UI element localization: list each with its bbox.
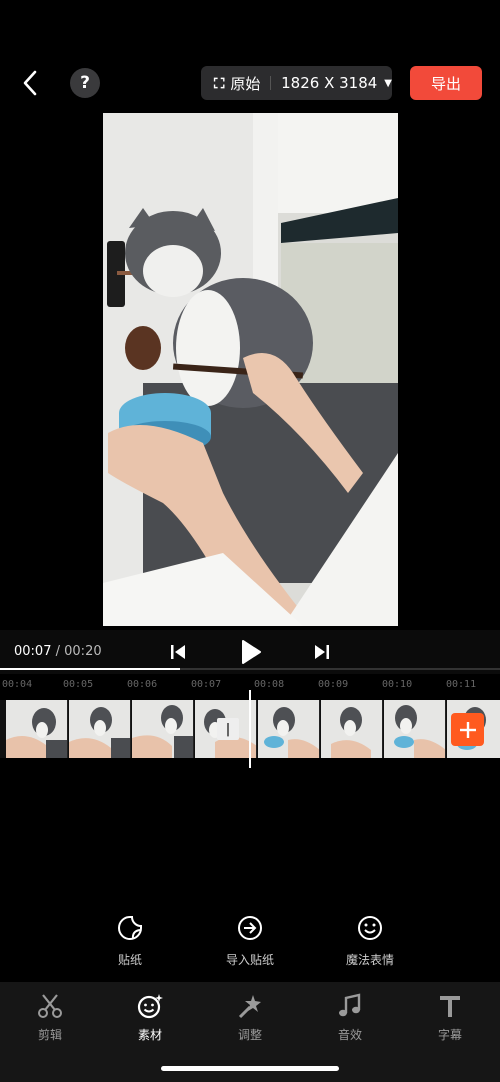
sticker-tool[interactable]: 贴纸 xyxy=(80,914,180,968)
frame-image xyxy=(6,700,67,758)
progress-fill xyxy=(0,668,180,670)
top-bar: ? 原始 1826 X 3184 ▼ 导出 xyxy=(0,60,500,106)
tab-material[interactable]: 素材 xyxy=(100,992,200,1043)
frame-image xyxy=(132,700,193,758)
help-button[interactable]: ? xyxy=(70,68,100,98)
clip-thumbnail xyxy=(321,700,383,758)
magic-emoji-icon xyxy=(358,916,382,940)
frame-image xyxy=(384,700,445,758)
magic-emoji-tool[interactable]: 魔法表情 xyxy=(320,914,420,968)
ruler-tick: 00:08 xyxy=(254,679,285,690)
clip-thumbnail xyxy=(132,700,194,758)
tab-label: 音效 xyxy=(337,1028,362,1042)
import-sticker-tool[interactable]: 导入贴纸 xyxy=(200,914,300,968)
play-button[interactable] xyxy=(238,638,264,666)
jump-to-start-button[interactable] xyxy=(166,640,190,664)
aspect-ratio-selector[interactable]: 原始 1826 X 3184 ▼ xyxy=(201,66,392,100)
import-sticker-label: 导入贴纸 xyxy=(225,953,274,967)
jump-to-end-button[interactable] xyxy=(310,640,334,664)
play-icon xyxy=(242,640,261,664)
tab-label: 字幕 xyxy=(437,1028,462,1042)
back-button[interactable] xyxy=(14,66,46,100)
import-sticker-icon xyxy=(238,916,262,940)
skip-back-icon xyxy=(171,645,185,659)
ruler-tick: 00:11 xyxy=(446,679,477,690)
time-separator: / xyxy=(55,644,60,659)
tab-label: 调整 xyxy=(237,1028,262,1042)
ruler-tick: 00:05 xyxy=(63,679,94,690)
smiley-sparkle-icon xyxy=(137,994,163,1019)
export-button[interactable]: 导出 xyxy=(410,66,482,100)
current-time: 00:07 xyxy=(14,644,52,659)
divider xyxy=(270,76,272,90)
sticker-icon xyxy=(118,916,142,940)
clip-trim-handle[interactable]: | xyxy=(217,718,239,740)
clip-thumbnail xyxy=(384,700,446,758)
tab-subtitle[interactable]: 字幕 xyxy=(400,992,500,1043)
magic-emoji-label: 魔法表情 xyxy=(345,953,394,967)
ruler-tick: 00:06 xyxy=(127,679,158,690)
tab-adjust[interactable]: 调整 xyxy=(200,992,300,1043)
resolution-label: 1826 X 3184 xyxy=(281,74,378,92)
video-preview[interactable] xyxy=(103,113,398,626)
ruler-tick: 00:09 xyxy=(318,679,349,690)
clip-thumbnail xyxy=(69,700,131,758)
home-indicator xyxy=(161,1066,339,1071)
tab-label: 剪辑 xyxy=(37,1028,62,1042)
ratio-label: 原始 xyxy=(230,74,261,93)
time-display: 00:07 / 00:20 xyxy=(14,644,102,659)
ruler-tick: 00:07 xyxy=(191,679,222,690)
adjust-icon xyxy=(238,995,261,1019)
frame-image xyxy=(321,700,382,758)
chevron-left-icon xyxy=(23,70,37,96)
total-time: 00:20 xyxy=(64,644,102,659)
ruler-tick: 00:04 xyxy=(2,679,33,690)
clip-thumbnail xyxy=(6,700,68,758)
caret-down-icon: ▼ xyxy=(384,77,392,89)
video-frame-image xyxy=(103,113,398,626)
sticker-label: 贴纸 xyxy=(117,953,142,967)
scissors-icon xyxy=(38,994,62,1018)
add-clip-button[interactable] xyxy=(451,713,484,746)
plus-icon xyxy=(459,721,476,738)
frame-image xyxy=(258,700,319,758)
clip-thumbnail xyxy=(258,700,320,758)
text-icon xyxy=(440,996,460,1017)
frame-image xyxy=(69,700,130,758)
playhead[interactable] xyxy=(249,690,251,768)
ruler-tick: 00:10 xyxy=(382,679,413,690)
music-note-icon xyxy=(339,993,361,1017)
playback-progress[interactable] xyxy=(0,668,500,670)
skip-forward-icon xyxy=(315,645,329,659)
tab-edit[interactable]: 剪辑 xyxy=(0,992,100,1043)
tab-audio[interactable]: 音效 xyxy=(300,992,400,1043)
aspect-ratio-icon xyxy=(213,77,225,89)
material-tools: 贴纸 导入贴纸 魔法表情 xyxy=(0,914,500,974)
help-icon: ? xyxy=(80,73,90,93)
tab-label: 素材 xyxy=(137,1028,162,1042)
